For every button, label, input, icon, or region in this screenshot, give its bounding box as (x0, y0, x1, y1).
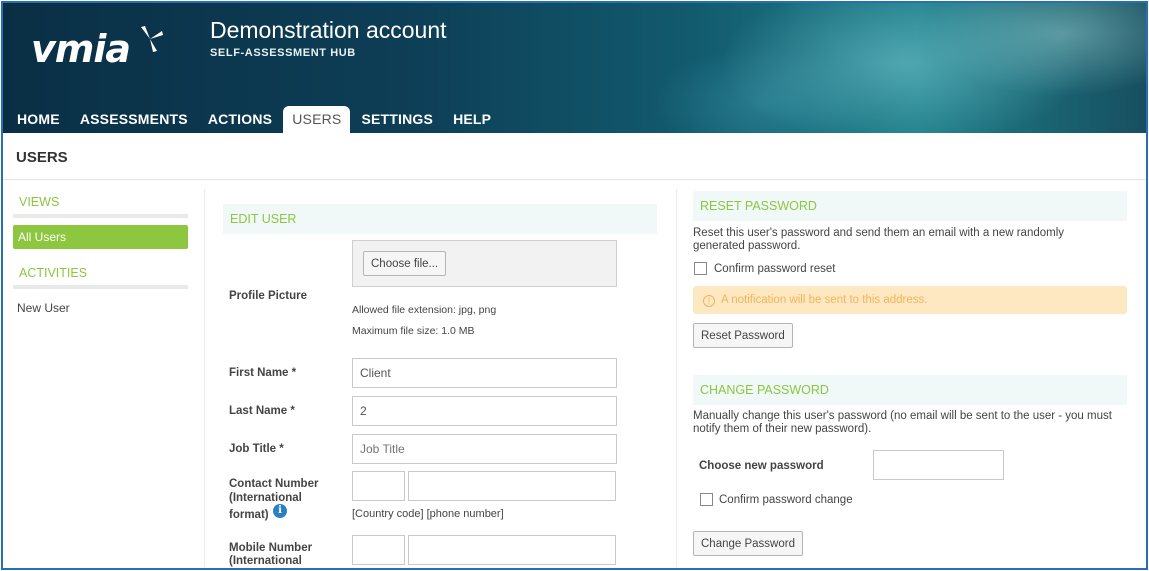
nav-home[interactable]: HOME (8, 106, 69, 133)
mobile-country-code-input[interactable] (352, 535, 405, 565)
choose-file-button[interactable]: Choose file... (363, 251, 447, 276)
account-title: Demonstration account (210, 17, 447, 43)
notification-banner: ! A notification will be sent to this add… (693, 286, 1127, 314)
confirm-reset-label: Confirm password reset (714, 263, 836, 275)
contact-country-code-input[interactable] (352, 471, 405, 501)
title-divider (3, 179, 1146, 180)
reset-password-button[interactable]: Reset Password (693, 323, 793, 348)
header-banner: vmia Demonstration account SELF-ASSESSME… (3, 3, 1146, 133)
main-nav: HOME ASSESSMENTS ACTIONS USERS SETTINGS … (8, 106, 502, 133)
mobile-number-label-line2: (International (229, 555, 302, 567)
vmia-logo[interactable]: vmia (31, 25, 171, 75)
change-password-button[interactable]: Change Password (693, 531, 803, 556)
contact-hint-text: [Country code] [phone number] (352, 508, 504, 520)
max-file-size-text: Maximum file size: 1.0 MB (352, 325, 475, 337)
new-password-label: Choose new password (699, 460, 824, 472)
reset-password-description: Reset this user's password and send them… (693, 227, 1065, 252)
logo-star-icon (141, 26, 163, 52)
new-password-input[interactable] (873, 450, 1004, 480)
contact-number-label-line2: (International (229, 492, 302, 504)
first-name-label: First Name * (229, 367, 297, 379)
nav-help[interactable]: HELP (444, 106, 500, 133)
account-subtitle: SELF-ASSESSMENT HUB (210, 47, 356, 59)
info-icon[interactable]: i (273, 504, 287, 518)
sidebar-activities-heading: ACTIVITIES (13, 266, 188, 289)
confirm-reset-checkbox[interactable] (694, 262, 707, 275)
nav-settings[interactable]: SETTINGS (352, 106, 442, 133)
last-name-label: Last Name * (229, 405, 295, 417)
job-title-input[interactable] (352, 434, 617, 464)
contact-number-label-line1: Contact Number (229, 478, 319, 490)
sidebar-divider (204, 189, 205, 568)
last-name-input[interactable] (352, 396, 617, 426)
nav-assessments[interactable]: ASSESSMENTS (71, 106, 197, 133)
confirm-change-checkbox[interactable] (700, 493, 713, 506)
page-title: USERS (16, 149, 68, 166)
allowed-extension-text: Allowed file extension: jpg, png (352, 304, 497, 316)
sidebar-item-all-users[interactable]: All Users (13, 225, 188, 249)
change-password-heading: CHANGE PASSWORD (693, 375, 1127, 405)
mobile-phone-input[interactable] (408, 535, 616, 565)
column-divider (676, 189, 677, 568)
confirm-change-label: Confirm password change (719, 494, 853, 506)
sidebar-item-new-user[interactable]: New User (17, 301, 70, 315)
sidebar-views-heading: VIEWS (13, 195, 188, 218)
app-window: vmia Demonstration account SELF-ASSESSME… (1, 1, 1148, 570)
mobile-number-label-line1: Mobile Number (229, 542, 313, 554)
nav-actions[interactable]: ACTIONS (199, 106, 281, 133)
profile-picture-label: Profile Picture (229, 290, 307, 302)
reset-password-heading: RESET PASSWORD (693, 191, 1127, 221)
first-name-input[interactable] (352, 358, 617, 388)
change-password-description: Manually change this user's password (no… (693, 410, 1112, 435)
nav-users[interactable]: USERS (283, 106, 351, 133)
notification-text: A notification will be sent to this addr… (721, 294, 928, 306)
contact-phone-input[interactable] (408, 471, 616, 501)
edit-user-heading: EDIT USER (223, 204, 657, 234)
contact-number-label-line3: format) (229, 509, 269, 521)
job-title-label: Job Title * (229, 443, 284, 455)
logo-wordmark: vmia (31, 27, 131, 71)
warning-icon: ! (703, 295, 715, 307)
